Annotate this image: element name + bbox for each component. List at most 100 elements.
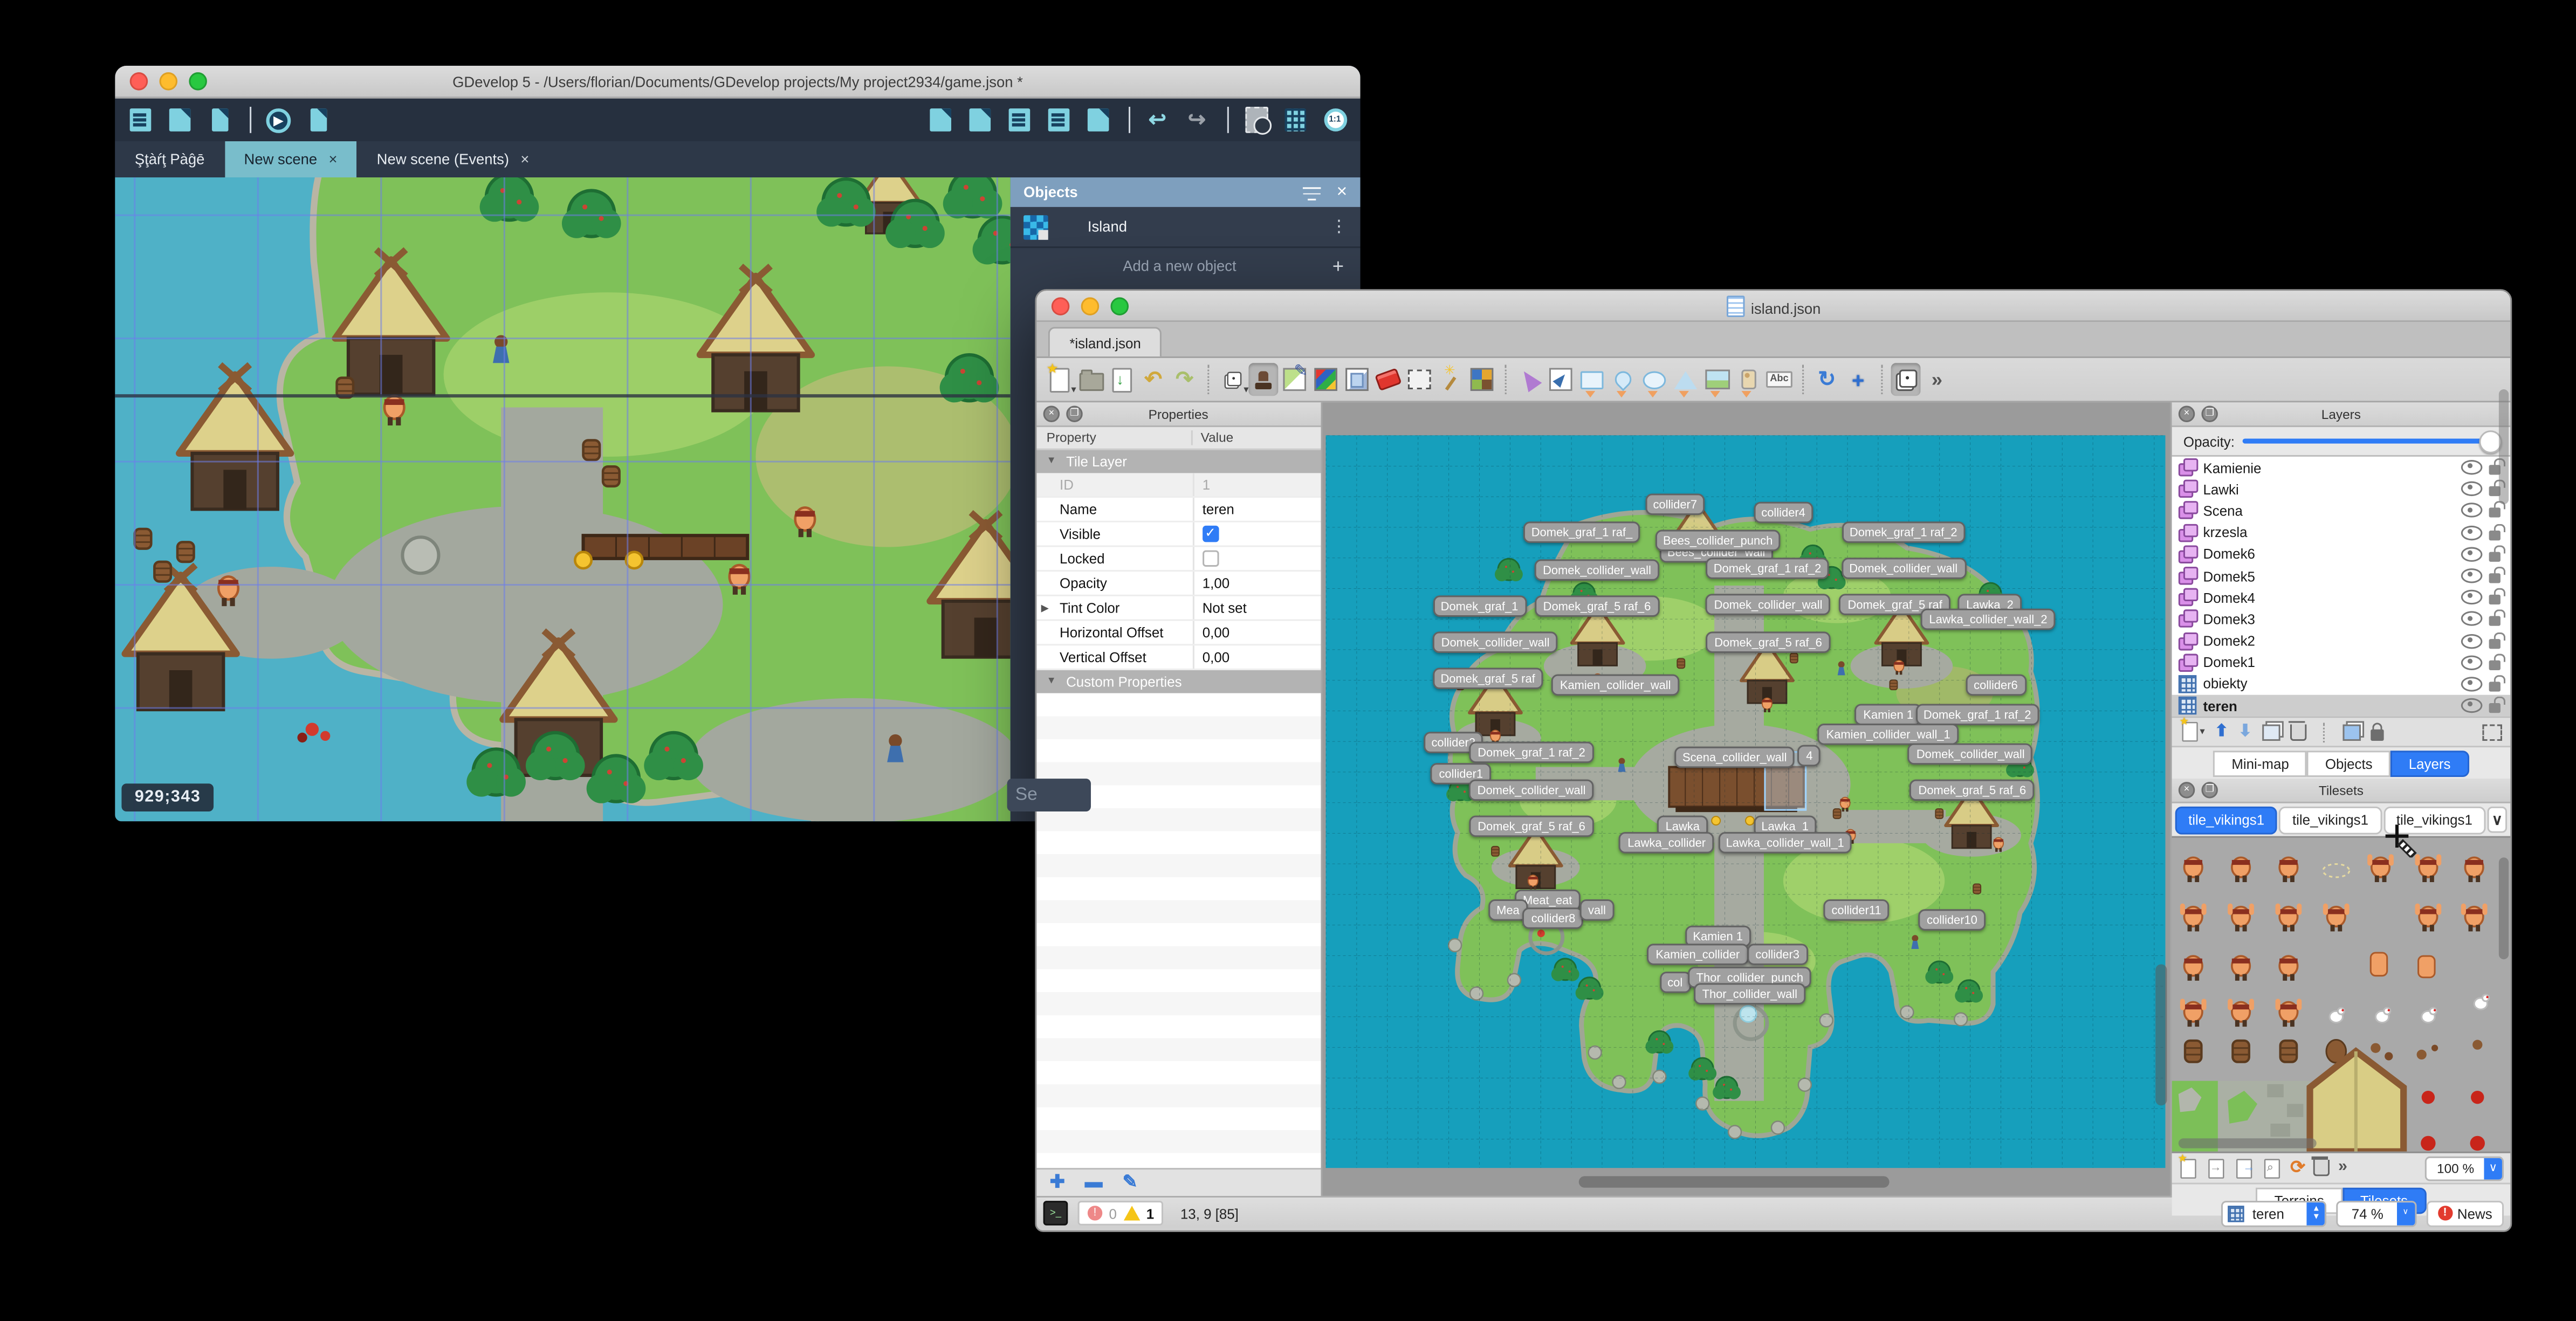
visibility-eye-icon[interactable]: [2461, 547, 2483, 562]
reload-tileset-icon[interactable]: ⟳: [2290, 1158, 2305, 1177]
visibility-eye-icon[interactable]: [2461, 698, 2483, 713]
tileset-tabs-chevron-down-icon[interactable]: ∨: [2487, 806, 2508, 833]
document-tab[interactable]: *island.json: [1048, 327, 1163, 357]
unlocked-icon[interactable]: [2489, 610, 2506, 627]
undo-icon[interactable]: ↩: [1145, 107, 1170, 133]
unlocked-icon[interactable]: [2489, 523, 2506, 540]
open-properties-editor-icon[interactable]: [1007, 108, 1032, 133]
tab-close-icon[interactable]: ×: [329, 151, 338, 167]
save-icon[interactable]: [1107, 363, 1137, 396]
object-label[interactable]: Kamien_collider_wall: [1551, 674, 1679, 696]
layer-row[interactable]: Domek1: [2172, 652, 2511, 673]
object-label[interactable]: Mea: [1488, 898, 1528, 920]
debug-play-icon[interactable]: [306, 108, 331, 133]
insert-rectangle-icon[interactable]: [1577, 363, 1607, 398]
redo-icon[interactable]: ↷: [1170, 363, 1199, 396]
open-instances-list-icon[interactable]: [1086, 108, 1111, 133]
property-row[interactable]: ▶ Vertical Offset 0,00: [1036, 645, 1320, 671]
delete-layer-icon[interactable]: [2288, 720, 2306, 740]
unlocked-icon[interactable]: [2489, 501, 2506, 519]
layer-stepper-icon[interactable]: ▲ ▼: [2307, 1201, 2326, 1225]
minimize-window-button[interactable]: [1081, 296, 1100, 315]
visibility-eye-icon[interactable]: [2461, 590, 2483, 605]
layers-scrollbar[interactable]: [2498, 389, 2509, 505]
plus-icon[interactable]: +: [1332, 254, 1344, 278]
magic-wand-icon[interactable]: [1436, 363, 1466, 396]
object-label[interactable]: collider4: [1753, 501, 1814, 523]
search-objects-field[interactable]: Se: [1007, 779, 1091, 812]
object-label[interactable]: Domek_collider_wall: [1908, 742, 2033, 764]
object-label[interactable]: Domek_graf_1 raf_2: [1469, 741, 1594, 763]
insert-point-icon[interactable]: [1609, 363, 1638, 398]
tileset-zoom-combo[interactable]: 100 % ∨: [2425, 1155, 2504, 1180]
object-label[interactable]: col: [1659, 972, 1691, 994]
rectangular-select-icon[interactable]: [1405, 363, 1434, 396]
object-label[interactable]: Domek_collider_wall: [1433, 631, 1558, 653]
visibility-eye-icon[interactable]: [2461, 503, 2483, 519]
object-label[interactable]: Lawka_collider_wall_2: [1921, 609, 2056, 631]
layer-row[interactable]: obiekty: [2172, 673, 2511, 695]
close-panel-icon[interactable]: ×: [1337, 182, 1348, 202]
zoom-window-button[interactable]: [1110, 296, 1129, 315]
gdevelop-titlebar[interactable]: GDevelop 5 - /Users/florian/Documents/GD…: [115, 65, 1361, 99]
object-label[interactable]: collider10: [1918, 910, 1986, 931]
property-value[interactable]: 1: [1203, 477, 1210, 493]
collapse-arrow-icon[interactable]: ▼: [1047, 457, 1056, 466]
section-tile-layer[interactable]: ▼ Tile Layer: [1036, 450, 1320, 473]
tileset-tab[interactable]: tile_vikings1: [2279, 806, 2382, 834]
select-same-tile-icon[interactable]: [1467, 363, 1497, 396]
insert-tile-icon[interactable]: [1702, 363, 1732, 398]
zoom-chevron-down-icon[interactable]: ∨: [2396, 1201, 2415, 1225]
open-file-icon[interactable]: [1076, 363, 1106, 396]
layer-row[interactable]: Scena: [2172, 500, 2511, 521]
unlocked-icon[interactable]: [2489, 588, 2506, 605]
layer-row[interactable]: Kamienie: [2172, 457, 2511, 478]
embed-tileset-icon[interactable]: [2207, 1155, 2227, 1180]
close-window-button[interactable]: [1051, 296, 1070, 315]
open-layers-editor-icon[interactable]: [1047, 108, 1071, 133]
layer-row[interactable]: Domek2: [2172, 630, 2511, 651]
terrain-brush-icon[interactable]: [1280, 363, 1309, 396]
map-zoom-combo[interactable]: 74 % ∨: [2337, 1200, 2416, 1227]
edit-tileset-icon[interactable]: [2262, 1155, 2282, 1180]
layer-row[interactable]: Domek5: [2172, 565, 2511, 587]
object-label[interactable]: collider7: [1645, 494, 1706, 516]
layer-row[interactable]: Domek4: [2172, 587, 2511, 608]
unlocked-icon[interactable]: [2489, 631, 2506, 649]
open-instances-editor-icon[interactable]: [967, 108, 992, 133]
object-label[interactable]: Domek_collider_wall: [1469, 779, 1594, 801]
lock-layer-icon[interactable]: [2370, 723, 2383, 741]
property-row[interactable]: ▶ Locked unchecked: [1036, 547, 1320, 572]
zoom-chevron-down-icon[interactable]: ∨: [2484, 1157, 2502, 1179]
object-label[interactable]: Domek_collider_wall: [1841, 558, 1966, 580]
grid-icon[interactable]: [1283, 108, 1308, 133]
dock-tab[interactable]: Mini-map: [2213, 749, 2307, 776]
redo-icon[interactable]: ↪: [1185, 107, 1210, 133]
object-label[interactable]: Domek_graf_5 raf: [1432, 668, 1543, 690]
object-label[interactable]: Domek_graf_5 raf_6: [1706, 631, 1831, 653]
add-property-button[interactable]: ✚: [1050, 1173, 1065, 1192]
rotate-icon[interactable]: ↻: [1812, 363, 1842, 396]
new-layer-icon[interactable]: ▾: [2180, 717, 2205, 744]
property-value[interactable]: teren: [1203, 501, 1234, 517]
object-label[interactable]: Domek_graf_1 raf_: [1523, 522, 1641, 543]
edit-polygons-icon[interactable]: [1546, 363, 1576, 396]
mask-icon[interactable]: [1244, 107, 1271, 135]
issues-counter[interactable]: ! 0 1: [1077, 1201, 1164, 1226]
map-canvas[interactable]: collider7 collider4 Domek_graf_1 raf_ Bees_…: [1325, 435, 2165, 1168]
tileset-grid[interactable]: [2172, 836, 2511, 1153]
tileset-overflow-icon[interactable]: »: [2338, 1159, 2347, 1176]
unlocked-icon[interactable]: [2489, 675, 2506, 692]
layer-row[interactable]: krzesla: [2172, 521, 2511, 543]
property-value[interactable]: Not set: [1203, 600, 1247, 616]
object-label[interactable]: Lawka_collider: [1619, 831, 1714, 853]
object-label[interactable]: Domek_graf_5 raf_6: [1469, 815, 1594, 837]
tileset-tab[interactable]: tile_vikings1: [2383, 806, 2486, 834]
map-vertical-scrollbar[interactable]: [2155, 964, 2167, 1106]
object-label[interactable]: collider8: [1523, 907, 1584, 929]
visibility-eye-icon[interactable]: [2461, 525, 2483, 540]
property-row[interactable]: ▶ ID 1: [1036, 473, 1320, 498]
visibility-eye-icon[interactable]: [2461, 460, 2483, 475]
object-label[interactable]: Domek_graf_1 raf_2: [1705, 558, 1830, 580]
tab-close-icon[interactable]: ×: [520, 151, 529, 167]
